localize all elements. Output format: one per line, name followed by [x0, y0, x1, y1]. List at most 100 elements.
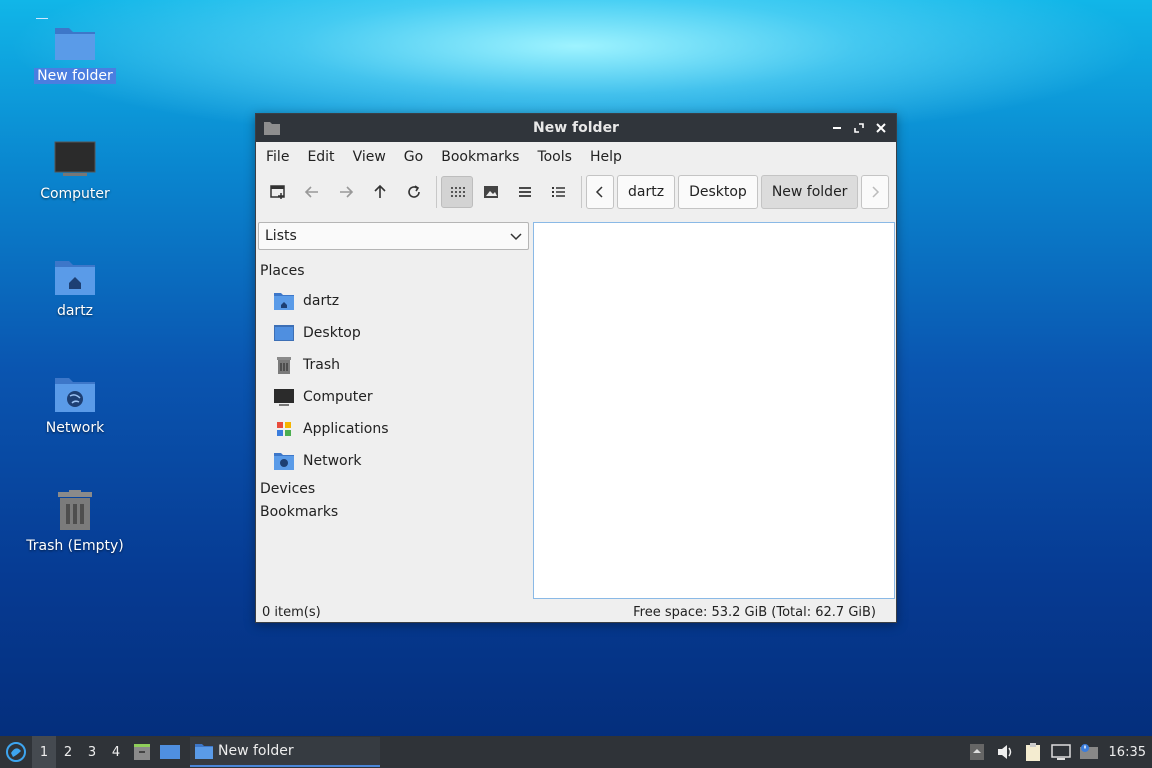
sidebar-item-computer[interactable]: Computer: [257, 381, 531, 413]
sidebar-item-label: Trash: [303, 357, 340, 373]
desktop-icon-new-folder[interactable]: New folder: [20, 22, 130, 84]
volume-button[interactable]: [991, 736, 1019, 768]
folder-icon: [55, 28, 95, 60]
reload-icon: [408, 185, 420, 198]
sidebar: Lists Places dartz Desktop Trash Compute…: [257, 222, 531, 602]
sidebar-mode-value: Lists: [265, 228, 297, 244]
tray-expand-button[interactable]: [963, 736, 991, 768]
desktop-icon-label: Trash (Empty): [26, 538, 124, 554]
breadcrumb-new-folder[interactable]: New folder: [760, 175, 859, 209]
task-new-folder[interactable]: New folder: [190, 737, 380, 767]
update-notifier-icon: [1079, 744, 1098, 759]
reload-button[interactable]: [398, 176, 430, 208]
arrow-up-icon: [374, 184, 386, 198]
sidebar-item-network[interactable]: Network: [257, 445, 531, 477]
grid-view-icon: [451, 187, 465, 197]
file-manager-window: New folder File Edit View Go Bookmarks T…: [255, 113, 897, 623]
network-status-button[interactable]: [1047, 736, 1075, 768]
desktop-icon-trash[interactable]: Trash (Empty): [20, 490, 130, 554]
compact-view-button[interactable]: [509, 176, 541, 208]
notification-button[interactable]: [1075, 736, 1103, 768]
detailed-view-button[interactable]: [543, 176, 575, 208]
workspace-4[interactable]: 4: [104, 736, 128, 768]
network-folder-icon: [274, 453, 294, 470]
devices-header[interactable]: Devices: [257, 478, 531, 500]
forward-button[interactable]: [330, 176, 362, 208]
menu-bar: File Edit View Go Bookmarks Tools Help: [256, 142, 896, 172]
minimize-button[interactable]: [828, 119, 846, 137]
clipboard-button[interactable]: [1019, 736, 1047, 768]
breadcrumb-desktop[interactable]: Desktop: [678, 175, 758, 209]
desktop-icon: [274, 325, 294, 341]
desktop-icon-label: dartz: [56, 303, 94, 319]
file-cabinet-icon: [134, 744, 150, 760]
workspace-3[interactable]: 3: [80, 736, 104, 768]
maximize-button[interactable]: [850, 119, 868, 137]
sidebar-item-label: Computer: [303, 389, 373, 405]
desktop-icon: [160, 745, 180, 759]
menu-bookmarks[interactable]: Bookmarks: [433, 149, 527, 165]
chevron-up-icon: [969, 744, 984, 760]
status-bar: 0 item(s) Free space: 53.2 GiB (Total: 6…: [256, 602, 896, 622]
sidebar-mode-select[interactable]: Lists: [258, 222, 529, 250]
bookmarks-header[interactable]: Bookmarks: [257, 501, 531, 523]
arrow-right-icon: [340, 186, 354, 198]
file-manager-launcher[interactable]: [128, 736, 156, 768]
new-tab-icon: [270, 185, 285, 199]
thumbnail-view-button[interactable]: [475, 176, 507, 208]
start-menu-button[interactable]: [0, 736, 32, 768]
chevron-left-icon: [595, 186, 603, 198]
menu-help[interactable]: Help: [582, 149, 630, 165]
detailed-list-icon: [552, 187, 565, 197]
desktop-icon-computer[interactable]: Computer: [20, 140, 130, 202]
desktop-artifact: [36, 18, 48, 19]
speaker-icon: [997, 745, 1011, 759]
places-header: Places: [260, 263, 305, 279]
toolbar: dartz Desktop New folder: [256, 172, 896, 212]
sidebar-item-applications[interactable]: Applications: [257, 413, 531, 445]
sidebar-item-label: Desktop: [303, 325, 361, 341]
sidebar-item-dartz[interactable]: dartz: [257, 285, 531, 317]
breadcrumb-scroll-right[interactable]: [861, 175, 890, 209]
sidebar-item-trash[interactable]: Trash: [257, 349, 531, 381]
new-tab-button[interactable]: [262, 176, 294, 208]
desktop-icon-label: New folder: [34, 68, 116, 84]
window-titlebar[interactable]: New folder: [256, 114, 896, 142]
desktop-icon-label: Network: [45, 420, 105, 436]
close-icon: [876, 123, 886, 133]
icon-view-button[interactable]: [441, 176, 473, 208]
breadcrumb-dartz[interactable]: dartz: [617, 175, 676, 209]
show-desktop-launcher[interactable]: [156, 736, 184, 768]
applications-icon: [277, 422, 291, 436]
workspace-2[interactable]: 2: [56, 736, 80, 768]
network-wired-icon: [1050, 744, 1071, 760]
folder-icon: [195, 744, 213, 759]
list-icon: [519, 187, 531, 197]
up-button[interactable]: [364, 176, 396, 208]
sidebar-item-label: Network: [303, 453, 362, 469]
system-tray: 16:35: [963, 736, 1152, 768]
folder-icon: [264, 122, 280, 135]
maximize-icon: [854, 123, 864, 133]
clock[interactable]: 16:35: [1103, 745, 1152, 760]
sidebar-item-label: dartz: [303, 293, 340, 309]
menu-tools[interactable]: Tools: [529, 149, 580, 165]
breadcrumb-scroll-left[interactable]: [586, 175, 614, 209]
desktop-icon-network[interactable]: Network: [20, 374, 130, 436]
trash-icon: [58, 490, 92, 530]
close-button[interactable]: [872, 119, 890, 137]
computer-icon: [274, 389, 294, 406]
network-folder-icon: [55, 378, 95, 412]
menu-file[interactable]: File: [258, 149, 297, 165]
menu-view[interactable]: View: [345, 149, 394, 165]
back-button[interactable]: [296, 176, 328, 208]
desktop-icon-dartz[interactable]: dartz: [20, 257, 130, 319]
clipboard-icon: [1025, 743, 1040, 761]
workspace-1[interactable]: 1: [32, 736, 56, 768]
image-icon: [484, 186, 498, 198]
menu-edit[interactable]: Edit: [299, 149, 342, 165]
file-list-view[interactable]: [533, 222, 895, 599]
menu-go[interactable]: Go: [396, 149, 431, 165]
sidebar-item-desktop[interactable]: Desktop: [257, 317, 531, 349]
trash-icon: [277, 357, 291, 374]
